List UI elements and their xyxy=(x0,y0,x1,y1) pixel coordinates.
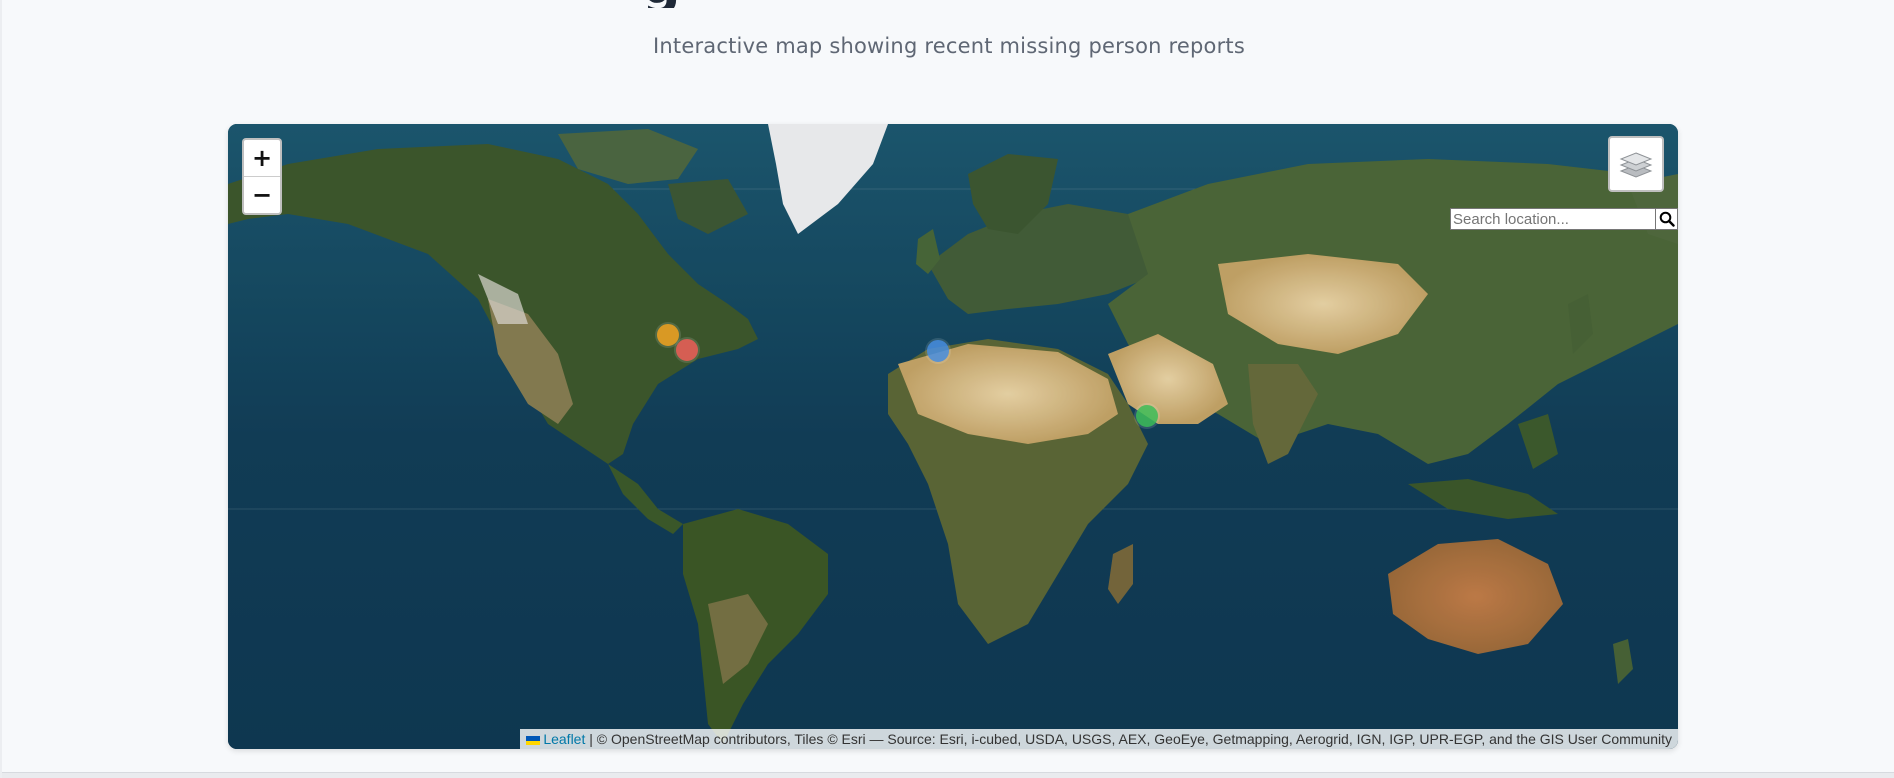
page-title-fragment: g xyxy=(642,0,698,8)
layers-icon xyxy=(1619,152,1653,178)
search-icon xyxy=(1659,211,1675,227)
map-container[interactable]: + − Leaflet | © OpenStreet xyxy=(228,124,1678,749)
page-bottom-border xyxy=(2,772,1894,778)
page: g Interactive map showing recent missing… xyxy=(0,0,1894,778)
search-button[interactable] xyxy=(1656,208,1678,230)
search-input[interactable] xyxy=(1450,208,1656,230)
leaflet-link[interactable]: Leaflet xyxy=(543,731,585,747)
layers-control-button[interactable] xyxy=(1608,136,1664,192)
zoom-out-button[interactable]: − xyxy=(244,177,280,213)
report-marker-green[interactable] xyxy=(1136,405,1158,427)
location-search xyxy=(1450,208,1678,230)
attribution-text: | © OpenStreetMap contributors, Tiles © … xyxy=(589,731,1672,747)
ukraine-flag-icon xyxy=(526,736,541,745)
report-marker-blue[interactable] xyxy=(927,340,949,362)
report-marker-orange[interactable] xyxy=(657,324,679,346)
report-marker-red[interactable] xyxy=(676,339,698,361)
zoom-control: + − xyxy=(242,138,282,215)
zoom-in-button[interactable]: + xyxy=(244,140,280,177)
map-attribution: Leaflet | © OpenStreetMap contributors, … xyxy=(520,729,1678,749)
page-subtitle: Interactive map showing recent missing p… xyxy=(653,34,1245,58)
